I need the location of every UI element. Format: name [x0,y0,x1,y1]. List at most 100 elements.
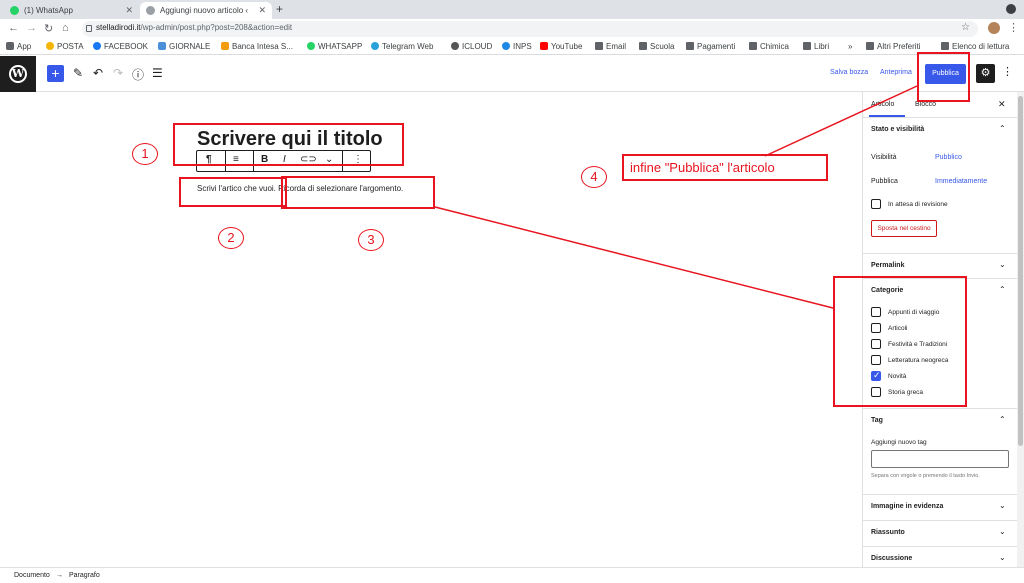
bookmark-facebook[interactable]: FACEBOOK [93,41,148,52]
annotation-box-publish [917,52,970,102]
close-tab-icon[interactable]: ✕ [125,2,133,19]
chevron-down-icon: ⌄ [999,260,1006,269]
folder-icon [595,42,603,50]
info-icon[interactable]: ⓘ [132,66,144,83]
panel-featured-image[interactable]: Immagine in evidenza ⌄ [863,495,1018,521]
whatsapp-icon [307,42,315,50]
bookmark-telegram[interactable]: Telegram Web [371,41,433,52]
browser-menu-icon[interactable]: ⋮ [1008,21,1019,34]
redo-icon[interactable]: ↷ [113,66,123,80]
chevron-down-icon: ⌄ [999,553,1006,562]
folder-icon [803,42,811,50]
apple-icon [451,42,459,50]
wordpress-logo-button[interactable]: W [0,56,36,92]
forward-arrow-icon[interactable]: → [26,22,37,34]
wordpress-favicon-icon [146,6,155,15]
annotation-box-reminder [281,176,435,209]
chevron-up-icon[interactable]: ⌃ [999,124,1006,133]
bookmark-posta[interactable]: POSTA [46,41,84,52]
more-options-icon[interactable]: ⋮ [1002,65,1013,78]
annotation-number-4: 4 [581,166,607,188]
breadcrumb-document[interactable]: Documento [14,572,50,579]
panel-title: Discussione [871,555,913,562]
bookmark-whatsapp[interactable]: WHATSAPP [307,41,362,52]
close-tab-icon[interactable]: ✕ [258,2,266,19]
preview-button[interactable]: Anteprima [880,69,912,76]
folder-icon [639,42,647,50]
visibility-label: Visibilità [871,154,897,161]
annotation-number-3: 3 [358,229,384,251]
bookmark-overflow[interactable]: » [848,41,852,52]
list-view-icon[interactable]: ☰ [152,66,163,80]
bookmark-banca[interactable]: Banca Intesa S... [221,41,293,52]
sidebar-scrollbar[interactable] [1017,92,1024,567]
bookmark-folder-libri[interactable]: Libri [803,41,829,52]
tab-blocco[interactable]: Blocco [915,101,936,108]
home-icon[interactable]: ⌂ [62,22,69,34]
annotation-box-content [179,177,287,207]
back-arrow-icon[interactable]: ← [8,22,19,34]
tab-whatsapp[interactable]: (1) WhatsApp ✕ [4,2,139,19]
tab-wordpress-editor[interactable]: Aggiungi nuovo articolo ‹ ✕ [140,2,272,19]
close-icon[interactable]: ✕ [998,99,1006,110]
panel-title: Immagine in evidenza [871,503,944,510]
pencil-tools-icon[interactable]: ✎ [73,66,83,80]
chevron-down-icon: ⌄ [999,501,1006,510]
chevron-up-icon[interactable]: ⌃ [999,285,1006,294]
chevron-up-icon[interactable]: ⌃ [999,415,1006,424]
bookmark-giornale[interactable]: GIORNALE [158,41,210,52]
browser-tab-strip: (1) WhatsApp ✕ Aggiungi nuovo articolo ‹… [0,0,1024,19]
reload-icon[interactable]: ↻ [44,22,53,35]
apps-grid-icon [6,42,14,50]
bookmark-reading-list[interactable]: Elenco di lettura [941,41,1009,52]
panel-title[interactable]: Tag [871,417,883,424]
visibility-value[interactable]: Pubblico [935,154,962,161]
annotation-note-publish: infine "Pubblica" l'articolo [622,154,828,181]
avatar[interactable] [988,22,1000,34]
publish-label: Pubblica [871,178,898,185]
move-to-trash-button[interactable]: Sposta nel cestino [871,220,937,237]
add-block-button[interactable]: + [47,65,64,82]
save-draft-button[interactable]: Salva bozza [830,69,868,76]
new-tab-button[interactable]: + [276,1,283,18]
star-icon[interactable]: ☆ [961,22,970,33]
reading-list-icon [941,42,949,50]
bookmark-youtube[interactable]: YouTube [540,41,582,52]
address-bar[interactable]: stelladirodi.it/wp-admin/post.php?post=2… [82,21,978,37]
bookmark-folder-scuola[interactable]: Scuola [639,41,674,52]
facebook-icon [93,42,101,50]
bookmark-app[interactable]: App [6,41,31,52]
publish-value[interactable]: Immediatamente [935,178,987,185]
bookmark-folder-chimica[interactable]: Chimica [749,41,789,52]
browser-profile-menu-icon[interactable] [1006,4,1016,14]
giornale-icon [158,42,166,50]
tab-title: Aggiungi nuovo articolo ‹ [160,6,249,15]
bookmark-inps[interactable]: INPS [502,41,532,52]
bookmarks-bar: App POSTA FACEBOOK GIORNALE Banca Intesa… [0,39,1024,55]
tab-articolo[interactable]: Articolo [868,101,906,117]
panel-discussion[interactable]: Discussione ⌄ [863,547,1018,567]
breadcrumb-paragraph[interactable]: Paragrafo [69,572,100,579]
telegram-icon [371,42,379,50]
add-tag-input[interactable] [871,450,1009,468]
wordpress-logo-icon: W [9,65,27,83]
annotation-box-title [173,123,404,166]
bookmark-folder-pagamenti[interactable]: Pagamenti [686,41,735,52]
whatsapp-icon [10,6,19,15]
folder-icon [749,42,757,50]
browser-toolbar: ← → ↻ ⌂ stelladirodi.it/wp-admin/post.ph… [0,19,1024,39]
folder-icon [686,42,694,50]
pending-review-checkbox[interactable] [871,199,881,209]
panel-excerpt[interactable]: Riassunto ⌄ [863,521,1018,547]
bookmark-folder-email[interactable]: Email [595,41,626,52]
tag-help-text: Separa con virgole o premendo il tasto I… [871,473,980,479]
bookmark-folder-altri[interactable]: Altri Preferiti [866,41,921,52]
posta-icon [46,42,54,50]
bookmark-icloud[interactable]: ICLOUD [451,41,492,52]
settings-gear-button[interactable]: ⚙ [976,64,995,83]
panel-title[interactable]: Stato e visibilità [871,126,924,133]
url-text: stelladirodi.it/wp-admin/post.php?post=2… [96,23,293,32]
undo-icon[interactable]: ↶ [93,66,103,80]
scrollbar-thumb[interactable] [1018,96,1023,446]
add-tag-label: Aggiungi nuovo tag [871,439,927,446]
